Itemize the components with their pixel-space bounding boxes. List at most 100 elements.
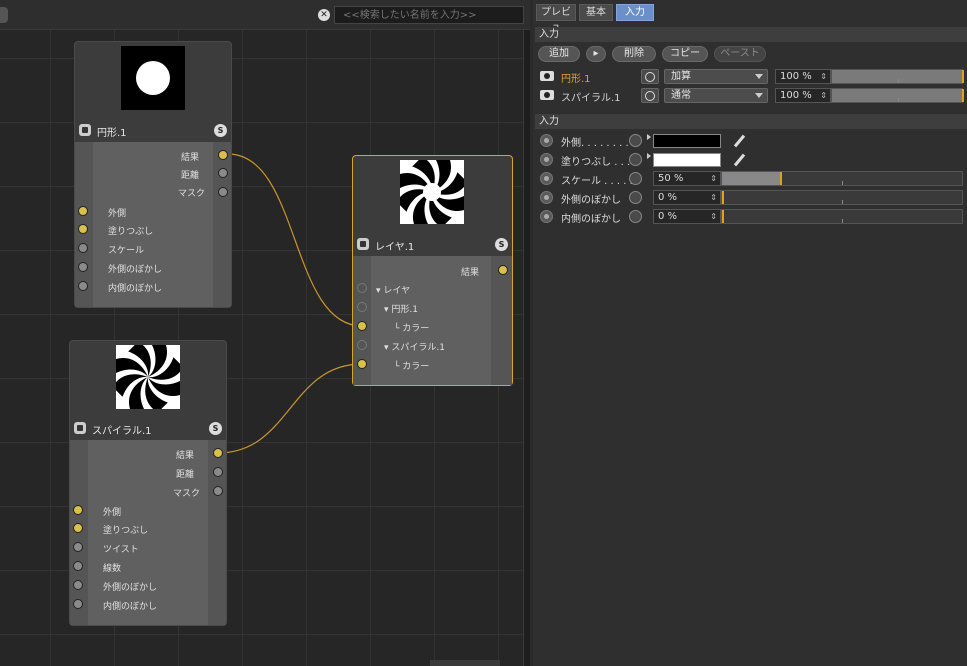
visibility-eye-icon[interactable] — [540, 90, 554, 100]
input-row-scale[interactable]: スケール . . . . . 50 % ⇕ — [537, 170, 965, 187]
port-label: 結果 — [181, 153, 200, 163]
node-type-icon — [357, 238, 369, 250]
input-port-inner-blur[interactable] — [78, 281, 88, 291]
expand-arrow-icon[interactable] — [647, 153, 651, 159]
input-port-outer[interactable] — [73, 505, 83, 515]
outer-blur-field[interactable]: 0 % ⇕ — [653, 190, 721, 205]
input-port-twist[interactable] — [73, 542, 83, 552]
input-port-outer-blur[interactable] — [78, 262, 88, 272]
tab-preview[interactable]: プレビュ — [536, 4, 576, 33]
input-port-spiral-group[interactable] — [357, 340, 367, 350]
output-port-mask[interactable] — [213, 486, 223, 496]
spinner-icon[interactable]: ⇕ — [820, 89, 827, 102]
input-port-spiral-color[interactable] — [357, 359, 367, 369]
output-port-distance[interactable] — [218, 168, 228, 178]
tab-input[interactable]: 入力 — [616, 4, 654, 21]
eyedropper-icon[interactable] — [732, 153, 746, 167]
output-port-mask[interactable] — [218, 187, 228, 197]
eyedropper-icon[interactable] — [732, 134, 746, 148]
opacity-slider[interactable] — [831, 69, 964, 84]
wire-circle-to-layer — [227, 153, 363, 327]
node-title-bar[interactable]: 円形.1 S — [75, 121, 231, 141]
animation-toggle-icon[interactable] — [629, 134, 642, 147]
scale-field[interactable]: 50 % ⇕ — [653, 171, 721, 186]
animation-toggle-icon[interactable] — [629, 153, 642, 166]
port-label: 距離 — [181, 171, 200, 181]
keyframe-radio[interactable] — [540, 172, 553, 185]
delete-button[interactable]: 削除 — [612, 46, 656, 62]
keyframe-radio[interactable] — [540, 153, 553, 166]
horizontal-scrollbar[interactable] — [430, 660, 500, 666]
layer-row-spiral[interactable]: スパイラル.1 通常 100 % ⇕ — [537, 87, 965, 104]
spinner-icon[interactable]: ⇕ — [710, 172, 717, 185]
input-label: 外側のぼかし — [561, 195, 621, 206]
input-port-outer[interactable] — [78, 206, 88, 216]
node-title-bar[interactable]: レイヤ.1 S — [353, 235, 512, 255]
keyframe-radio[interactable] — [540, 134, 553, 147]
animation-toggle-icon[interactable] — [629, 191, 642, 204]
inner-blur-slider[interactable] — [721, 209, 963, 224]
blend-mode-icon[interactable] — [641, 88, 659, 103]
spinner-icon[interactable]: ⇕ — [710, 191, 717, 204]
input-row-fill[interactable]: 塗りつぶし . . . — [537, 151, 965, 168]
color-swatch-fill[interactable] — [653, 153, 721, 167]
blend-mode-dropdown[interactable]: 加算 — [664, 69, 768, 84]
input-port-layer[interactable] — [357, 283, 367, 293]
keyframe-radio[interactable] — [540, 210, 553, 223]
keyframe-radio[interactable] — [540, 191, 553, 204]
input-port-fill[interactable] — [73, 523, 83, 533]
port-label: 外側のぼかし — [103, 583, 158, 593]
play-icon[interactable]: ▸ — [586, 46, 606, 62]
animation-toggle-icon[interactable] — [629, 172, 642, 185]
input-row-inner-blur[interactable]: 内側のぼかし 0 % ⇕ — [537, 208, 965, 225]
tree-item-color: └ カラー — [394, 362, 430, 372]
input-row-outer-blur[interactable]: 外側のぼかし 0 % ⇕ — [537, 189, 965, 206]
section-header-inputs[interactable]: 入力 — [535, 114, 967, 129]
spinner-icon[interactable]: ⇕ — [710, 210, 717, 223]
input-port-fill[interactable] — [78, 224, 88, 234]
input-port-inner-blur[interactable] — [73, 599, 83, 609]
output-port-distance[interactable] — [213, 467, 223, 477]
inner-blur-field[interactable]: 0 % ⇕ — [653, 209, 721, 224]
blend-mode-dropdown[interactable]: 通常 — [664, 88, 768, 103]
node-title-bar[interactable]: スパイラル.1 S — [70, 419, 226, 439]
node-editor[interactable]: ✕ 円形.1 S — [0, 0, 530, 666]
panel-splitter[interactable] — [523, 30, 530, 666]
input-port-circle-color[interactable] — [357, 321, 367, 331]
solo-icon[interactable]: S — [214, 124, 227, 137]
paste-button[interactable]: ペースト — [714, 46, 766, 62]
input-label: スケール . . . . . — [561, 176, 633, 187]
input-port-outer-blur[interactable] — [73, 580, 83, 590]
blend-mode-icon[interactable] — [641, 69, 659, 84]
port-label: 内側のぼかし — [103, 602, 158, 612]
output-port-result[interactable] — [218, 150, 228, 160]
port-label: マスク — [178, 189, 206, 199]
spiral-preview-image — [112, 341, 184, 413]
input-row-outer[interactable]: 外側. . . . . . . . — [537, 132, 965, 149]
expand-arrow-icon[interactable] — [647, 134, 651, 140]
spinner-icon[interactable]: ⇕ — [820, 70, 827, 83]
solo-icon[interactable]: S — [209, 422, 222, 435]
output-port-result[interactable] — [213, 448, 223, 458]
visibility-eye-icon[interactable] — [540, 71, 554, 81]
section-header-layers[interactable]: 入力 — [535, 27, 967, 42]
opacity-field[interactable]: 100 % ⇕ — [775, 69, 831, 84]
layer-row-circle[interactable]: 円形.1 加算 100 % ⇕ — [537, 68, 965, 85]
input-port-line-count[interactable] — [73, 561, 83, 571]
port-label: 外側 — [103, 508, 122, 518]
solo-icon[interactable]: S — [495, 238, 508, 251]
tab-basic[interactable]: 基本 — [579, 4, 613, 21]
add-button[interactable]: 追加 — [538, 46, 580, 62]
opacity-slider[interactable] — [831, 88, 964, 103]
color-swatch-outer[interactable] — [653, 134, 721, 148]
animation-toggle-icon[interactable] — [629, 210, 642, 223]
port-label: ツイスト — [103, 545, 139, 555]
input-port-scale[interactable] — [78, 243, 88, 253]
scale-slider[interactable] — [721, 171, 963, 186]
outer-blur-slider[interactable] — [721, 190, 963, 205]
output-port-result[interactable] — [498, 265, 508, 275]
port-label: 内側のぼかし — [108, 284, 163, 294]
copy-button[interactable]: コピー — [662, 46, 708, 62]
input-port-circle-group[interactable] — [357, 302, 367, 312]
opacity-field[interactable]: 100 % ⇕ — [775, 88, 831, 103]
